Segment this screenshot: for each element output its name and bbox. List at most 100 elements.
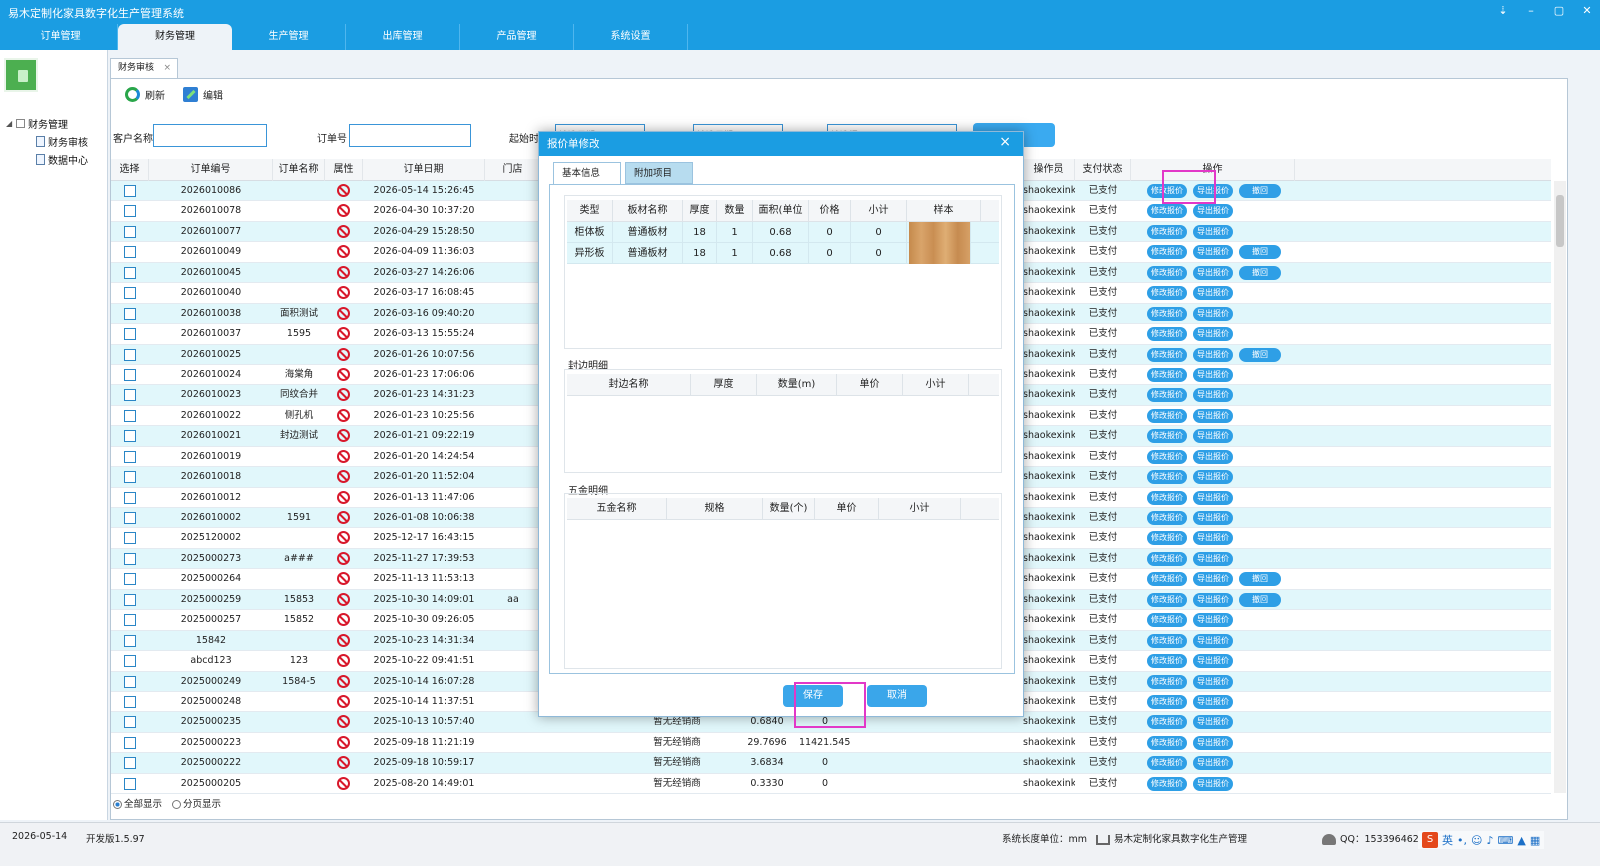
row-checkbox[interactable]: [124, 634, 136, 647]
ime-mic-icon[interactable]: ♪: [1486, 834, 1493, 847]
modify-quote-button[interactable]: 修改报价: [1147, 286, 1187, 301]
row-checkbox[interactable]: [124, 307, 136, 320]
export-quote-button[interactable]: 导出报价: [1193, 715, 1233, 730]
save-button[interactable]: 保存: [783, 685, 843, 707]
modify-quote-button[interactable]: 修改报价: [1147, 224, 1187, 239]
export-quote-button[interactable]: 导出报价: [1193, 776, 1233, 791]
cancel-button[interactable]: 取消: [867, 685, 927, 707]
export-quote-button[interactable]: 导出报价: [1193, 204, 1233, 219]
row-checkbox[interactable]: [124, 675, 136, 688]
close-icon[interactable]: ✕: [1580, 4, 1594, 17]
modify-quote-button[interactable]: 修改报价: [1147, 449, 1187, 464]
export-quote-button[interactable]: 导出报价: [1193, 388, 1233, 403]
tab-production[interactable]: 生产管理: [232, 24, 346, 50]
maximize-icon[interactable]: ▢: [1552, 4, 1566, 17]
export-quote-button[interactable]: 导出报价: [1193, 674, 1233, 689]
export-quote-button[interactable]: 导出报价: [1193, 470, 1233, 485]
paged-option[interactable]: 分页显示: [172, 796, 221, 810]
ime-emoji-icon[interactable]: ☺: [1471, 834, 1482, 847]
minimize-icon[interactable]: –: [1524, 4, 1538, 17]
tab-basic-info[interactable]: 基本信息: [553, 162, 621, 184]
export-quote-button[interactable]: 导出报价: [1193, 511, 1233, 525]
modify-quote-button[interactable]: 修改报价: [1147, 572, 1187, 587]
row-checkbox[interactable]: [124, 695, 136, 708]
tree-expand-icon[interactable]: ◢: [6, 119, 16, 128]
export-quote-button[interactable]: 导出报价: [1193, 224, 1233, 239]
export-quote-button[interactable]: 导出报价: [1193, 654, 1233, 669]
modify-quote-button[interactable]: 修改报价: [1147, 613, 1187, 628]
row-checkbox[interactable]: [124, 205, 136, 218]
modify-quote-button[interactable]: 修改报价: [1147, 388, 1187, 403]
tab-products[interactable]: 产品管理: [460, 24, 574, 50]
tree-node-finance[interactable]: ◢ 财务管理: [6, 114, 88, 132]
row-checkbox[interactable]: [124, 348, 136, 361]
export-quote-button[interactable]: 导出报价: [1193, 756, 1233, 771]
modify-quote-button[interactable]: 修改报价: [1147, 347, 1187, 362]
table-row[interactable]: 2025000223 2025-09-18 11:21:19 暂无经销商 29.769…: [111, 733, 1551, 754]
ime-punct-icon[interactable]: •,: [1457, 834, 1467, 847]
modify-quote-button[interactable]: 修改报价: [1147, 327, 1187, 342]
row-checkbox[interactable]: [124, 777, 136, 790]
modify-quote-button[interactable]: 修改报价: [1147, 204, 1187, 219]
row-checkbox[interactable]: [124, 266, 136, 279]
export-quote-button[interactable]: 导出报价: [1193, 694, 1233, 709]
modify-quote-button[interactable]: 修改报价: [1147, 633, 1187, 648]
modify-quote-button[interactable]: 修改报价: [1147, 694, 1187, 709]
modify-quote-button[interactable]: 修改报价: [1147, 408, 1187, 423]
export-quote-button[interactable]: 导出报价: [1193, 592, 1233, 607]
tree-checkbox[interactable]: [16, 118, 25, 128]
modify-quote-button[interactable]: 修改报价: [1147, 490, 1187, 505]
export-quote-button[interactable]: 导出报价: [1193, 265, 1233, 280]
tree-node-data-center[interactable]: 数据中心: [6, 150, 88, 168]
dialog-close-icon[interactable]: ×: [999, 134, 1011, 150]
edit-button[interactable]: 编辑: [183, 87, 223, 102]
export-quote-button[interactable]: 导出报价: [1193, 613, 1233, 628]
row-checkbox[interactable]: [124, 757, 136, 770]
row-checkbox[interactable]: [124, 532, 136, 545]
modify-quote-button[interactable]: 修改报价: [1147, 592, 1187, 607]
modify-quote-button[interactable]: 修改报价: [1147, 674, 1187, 689]
board-row[interactable]: 异形板 普通板材 18 1 0.68 0 0: [567, 243, 999, 264]
row-checkbox[interactable]: [124, 225, 136, 238]
row-checkbox[interactable]: [124, 491, 136, 504]
close-tab-icon[interactable]: ×: [163, 59, 171, 78]
ime-shirt-icon[interactable]: ▲: [1517, 834, 1525, 847]
modify-quote-button[interactable]: 修改报价: [1147, 306, 1187, 321]
modify-quote-button[interactable]: 修改报价: [1147, 367, 1187, 382]
table-row[interactable]: 2025000222 2025-09-18 10:59:17 暂无经销商 3.6834…: [111, 753, 1551, 774]
row-checkbox[interactable]: [124, 368, 136, 381]
vertical-scrollbar[interactable]: [1554, 181, 1566, 793]
row-checkbox[interactable]: [124, 246, 136, 259]
row-checkbox[interactable]: [124, 573, 136, 586]
scroll-thumb[interactable]: [1556, 195, 1564, 247]
revoke-button[interactable]: 撤回: [1239, 347, 1281, 362]
ime-logo-icon[interactable]: S: [1422, 832, 1438, 848]
row-checkbox[interactable]: [124, 552, 136, 565]
modify-quote-button[interactable]: 修改报价: [1147, 735, 1187, 750]
export-quote-button[interactable]: 导出报价: [1193, 347, 1233, 362]
export-quote-button[interactable]: 导出报价: [1193, 306, 1233, 321]
modify-quote-button[interactable]: 修改报价: [1147, 184, 1187, 198]
modify-quote-button[interactable]: 修改报价: [1147, 551, 1187, 566]
radio-checked-icon[interactable]: [113, 800, 122, 809]
revoke-button[interactable]: 撤回: [1239, 245, 1281, 260]
modify-quote-button[interactable]: 修改报价: [1147, 470, 1187, 485]
row-checkbox[interactable]: [124, 593, 136, 606]
revoke-button[interactable]: 撤回: [1239, 265, 1281, 280]
modify-quote-button[interactable]: 修改报价: [1147, 429, 1187, 444]
row-checkbox[interactable]: [124, 409, 136, 422]
radio-icon[interactable]: [172, 800, 182, 809]
revoke-button[interactable]: 撤回: [1239, 592, 1281, 607]
row-checkbox[interactable]: [124, 716, 136, 729]
ime-grid-icon[interactable]: ▦: [1530, 834, 1540, 847]
modify-quote-button[interactable]: 修改报价: [1147, 776, 1187, 791]
board-row[interactable]: 柜体板 普通板材 18 1 0.68 0 0: [567, 222, 999, 243]
modify-quote-button[interactable]: 修改报价: [1147, 715, 1187, 730]
refresh-button[interactable]: 刷新: [125, 87, 165, 102]
modify-quote-button[interactable]: 修改报价: [1147, 511, 1187, 525]
ime-toolbar[interactable]: S 英 •, ☺ ♪ ⌨ ▲ ▦: [1418, 831, 1545, 849]
ime-keyboard-icon[interactable]: ⌨: [1498, 834, 1514, 847]
modify-quote-button[interactable]: 修改报价: [1147, 265, 1187, 280]
order-no-input[interactable]: [349, 124, 471, 147]
row-checkbox[interactable]: [124, 430, 136, 443]
